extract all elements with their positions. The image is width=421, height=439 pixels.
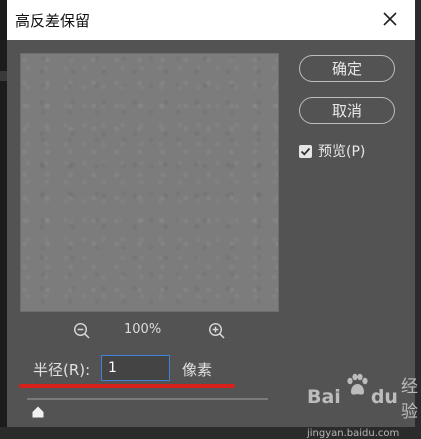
background-strip — [0, 0, 7, 427]
watermark-url: jingyan.baidu.com — [307, 428, 400, 439]
dialog-title: 高反差保留 — [15, 12, 91, 30]
radius-unit: 像素 — [182, 361, 213, 379]
radius-slider-track[interactable] — [27, 398, 268, 400]
radius-label: 半径(R): — [33, 361, 91, 379]
watermark-brand-left: Bai — [307, 386, 341, 408]
zoom-level: 100% — [124, 322, 162, 337]
preview-label: 预览(P) — [318, 144, 366, 160]
zoom-in-button[interactable] — [208, 322, 226, 340]
zoom-out-button[interactable] — [73, 322, 91, 340]
slider-thumb-icon — [32, 406, 44, 418]
preview-checkbox[interactable] — [299, 144, 312, 158]
background-marker — [0, 71, 7, 81]
checkmark-icon — [300, 147, 311, 156]
zoom-in-icon — [208, 322, 225, 339]
zoom-out-icon — [73, 322, 90, 339]
close-button[interactable] — [379, 8, 401, 30]
preview-checkbox-row[interactable]: 预览(P) — [299, 141, 365, 161]
baidu-jingyan-watermark: Bai du 经验 jingyan.baidu.com — [307, 372, 418, 439]
high-pass-dialog: 高反差保留 确定 取消 预览(P) 100% 半径(R): 像素 — [7, 0, 418, 439]
preview-canvas[interactable] — [20, 53, 279, 312]
cancel-button[interactable]: 取消 — [299, 97, 395, 124]
title-bar: 高反差保留 — [7, 0, 415, 40]
highlight-underline — [19, 384, 235, 388]
radius-input[interactable] — [101, 355, 170, 381]
close-icon — [383, 12, 397, 26]
watermark-brand-suffix: 经验 — [400, 377, 418, 422]
ok-button[interactable]: 确定 — [299, 55, 395, 82]
watermark-brand-right: du — [370, 386, 398, 408]
paw-logo-icon — [347, 373, 368, 395]
radius-slider-thumb[interactable] — [32, 403, 44, 418]
